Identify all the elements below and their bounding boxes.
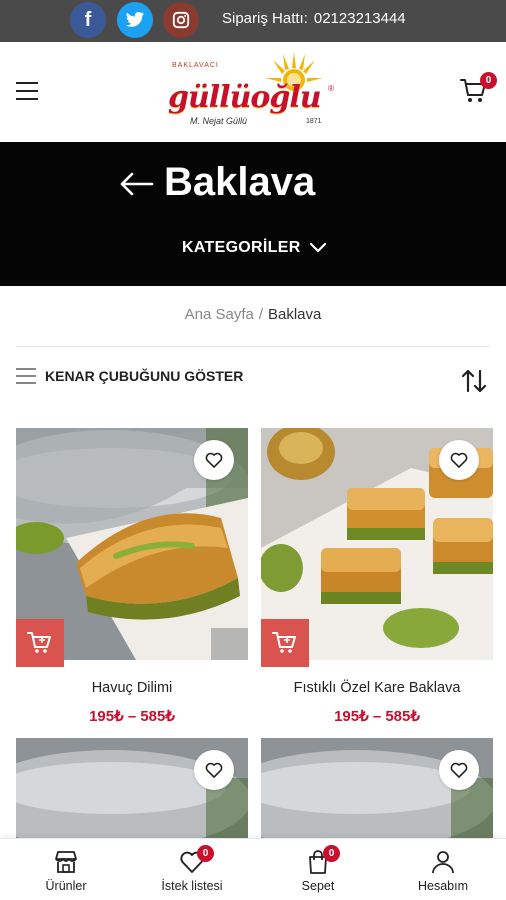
sidebar-lines-icon <box>16 368 36 384</box>
facebook-icon[interactable]: f <box>70 2 106 38</box>
top-bar: f Sipariş Hattı: 02123213444 <box>0 0 506 42</box>
page-title: Baklava <box>164 160 316 204</box>
heart-icon <box>450 452 468 468</box>
product-price: 195₺ – 585₺ <box>89 708 175 725</box>
nav-products[interactable]: Ürünler <box>3 839 129 900</box>
logo-small-text: BAKLAVACI <box>172 62 219 69</box>
nav-account[interactable]: Hesabım <box>380 839 506 900</box>
nav-cart[interactable]: 0 Sepet <box>255 839 381 900</box>
site-header: BAKLAVACI güllüoğlu ® M. Nejat Güllü 187… <box>0 42 506 142</box>
hotline-label: Sipariş Hattı: <box>222 10 308 27</box>
user-icon <box>432 851 454 874</box>
twitter-icon[interactable] <box>117 2 153 38</box>
cart-count-badge: 0 <box>480 72 497 89</box>
categories-label: KATEGORİLER <box>182 239 301 256</box>
bottom-navigation: Ürünler 0 İstek listesi 0 Sepet Hesabım <box>0 838 506 900</box>
categories-dropdown[interactable]: KATEGORİLER <box>182 239 327 257</box>
add-to-cart-icon <box>272 632 296 653</box>
show-sidebar-label: KENAR ÇUBUĞUNU GÖSTER <box>45 368 244 384</box>
divider <box>16 346 490 347</box>
wishlist-button[interactable] <box>439 750 479 790</box>
hamburger-menu-icon[interactable] <box>16 82 38 100</box>
heart-icon <box>205 452 223 468</box>
show-sidebar-button[interactable]: KENAR ÇUBUĞUNU GÖSTER <box>16 368 243 384</box>
product-image[interactable] <box>16 738 248 838</box>
logo-brand-text: güllüoğlu <box>168 80 322 115</box>
add-to-cart-button[interactable] <box>16 619 64 667</box>
nav-cart-label: Sepet <box>301 879 335 893</box>
product-image[interactable] <box>261 738 493 838</box>
shop-toolbar: KENAR ÇUBUĞUNU GÖSTER <box>16 368 490 394</box>
product-name[interactable]: Havuç Dilimi <box>16 680 248 696</box>
cart-count-badge: 0 <box>323 845 340 862</box>
wishlist-count-badge: 0 <box>197 845 214 862</box>
breadcrumb-home-link[interactable]: Ana Sayfa <box>185 306 254 323</box>
add-to-cart-button[interactable] <box>261 619 309 667</box>
category-hero: Baklava KATEGORİLER <box>0 142 506 286</box>
store-icon <box>55 851 77 873</box>
add-to-cart-icon <box>27 632 51 653</box>
hotline-number[interactable]: 02123213444 <box>314 10 406 27</box>
heart-icon <box>450 762 468 778</box>
nav-products-label: Ürünler <box>45 879 87 893</box>
heart-icon <box>205 762 223 778</box>
sort-icon[interactable] <box>460 368 488 394</box>
product-card[interactable]: Fıstıklı Özel Kare Baklava 195₺ – 585₺ <box>261 428 493 728</box>
logo-registered-mark: ® <box>328 84 334 93</box>
instagram-icon[interactable] <box>163 2 199 38</box>
breadcrumb-current: Baklava <box>268 306 322 323</box>
wishlist-button[interactable] <box>194 750 234 790</box>
logo-signature: M. Nejat Güllü <box>190 116 248 126</box>
product-price: 195₺ – 585₺ <box>334 708 420 725</box>
nav-account-label: Hesabım <box>417 879 469 893</box>
product-name[interactable]: Fıstıklı Özel Kare Baklava <box>261 680 493 696</box>
facebook-glyph: f <box>84 8 92 31</box>
product-card[interactable] <box>261 738 493 838</box>
breadcrumb-separator: / <box>258 306 263 323</box>
chevron-down-icon <box>309 242 326 253</box>
nav-wishlist[interactable]: 0 İstek listesi <box>129 839 255 900</box>
logo-year: 1871 <box>306 118 322 125</box>
product-card[interactable] <box>16 738 248 838</box>
breadcrumb: Ana Sayfa / Baklava <box>0 306 506 323</box>
order-hotline[interactable]: Sipariş Hattı: 02123213444 <box>222 10 406 27</box>
wishlist-button[interactable] <box>439 440 479 480</box>
brand-logo[interactable]: BAKLAVACI güllüoğlu ® M. Nejat Güllü 187… <box>168 50 340 130</box>
back-arrow-icon[interactable] <box>118 170 154 198</box>
wishlist-button[interactable] <box>194 440 234 480</box>
product-card[interactable]: Havuç Dilimi 195₺ – 585₺ <box>16 428 248 728</box>
header-cart-button[interactable]: 0 <box>460 72 497 104</box>
nav-wishlist-label: İstek listesi <box>161 879 223 893</box>
